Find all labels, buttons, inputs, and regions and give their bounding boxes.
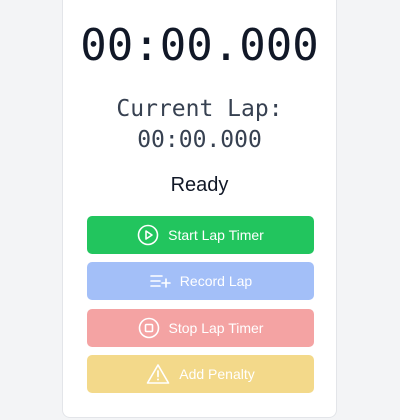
record-lap-label: Record Lap [179, 273, 253, 289]
current-lap-label: Current Lap: [116, 96, 283, 122]
play-circle-icon [137, 224, 159, 246]
warning-icon [146, 363, 170, 385]
add-penalty-button[interactable]: Add Penalty [87, 355, 314, 393]
current-lap-time: 00:00.000 [137, 127, 262, 153]
main-time-display: 00:00.000 [80, 20, 319, 71]
stop-lap-timer-button[interactable]: Stop Lap Timer [87, 309, 314, 347]
stop-lap-timer-label: Stop Lap Timer [168, 320, 264, 336]
record-lap-button[interactable]: Record Lap [87, 262, 314, 300]
list-plus-icon [149, 270, 171, 292]
stopwatch-card: 00:00.000 Current Lap: 00:00.000 Ready S… [62, 0, 337, 418]
add-penalty-label: Add Penalty [179, 366, 255, 382]
stop-circle-icon [138, 317, 160, 339]
status-text: Ready [170, 174, 229, 196]
start-lap-timer-label: Start Lap Timer [168, 227, 264, 243]
start-lap-timer-button[interactable]: Start Lap Timer [87, 216, 314, 254]
